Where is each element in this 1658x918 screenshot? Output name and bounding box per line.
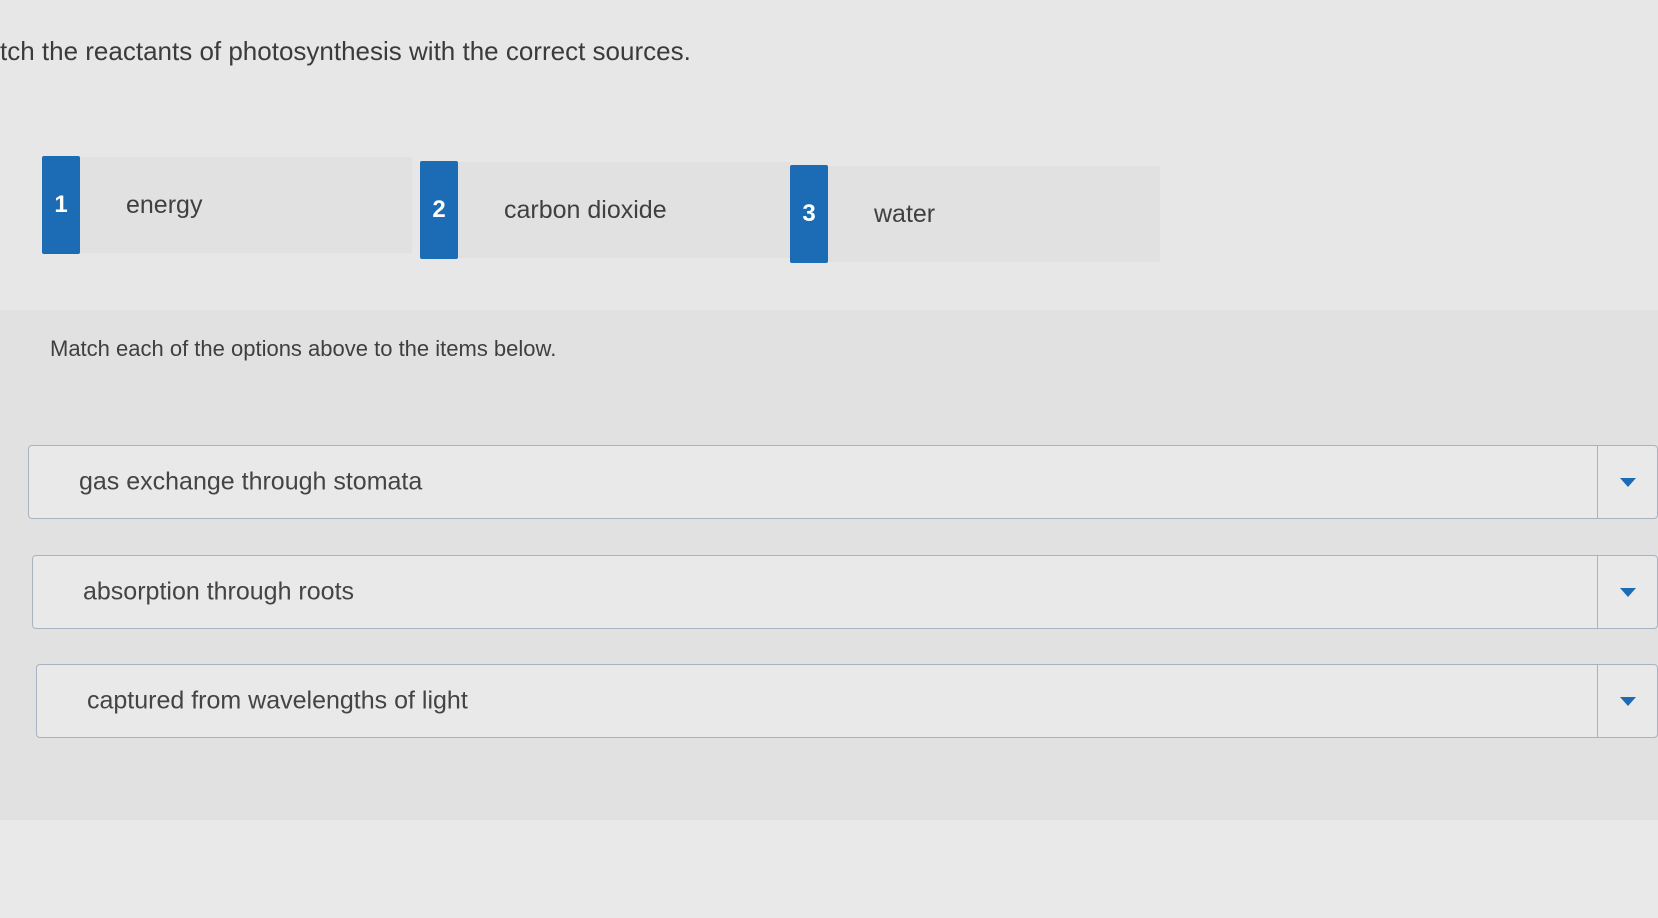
chevron-down-icon (1619, 587, 1636, 597)
option-card-carbon-dioxide[interactable]: 2 carbon dioxide (420, 161, 790, 259)
page-footer-area (0, 820, 1658, 918)
option-label: carbon dioxide (504, 195, 667, 224)
match-item-text: captured from wavelengths of light (87, 686, 468, 715)
match-item-row: captured from wavelengths of light (36, 664, 1658, 738)
match-item-row: absorption through roots (32, 555, 1658, 629)
match-item-row: gas exchange through stomata (28, 445, 1658, 519)
instructions-text: Match each of the options above to the i… (50, 336, 557, 361)
match-item-text: gas exchange through stomata (79, 467, 423, 496)
chevron-down-icon (1619, 696, 1636, 706)
option-card-water[interactable]: 3 water (790, 165, 1160, 263)
option-number-badge: 3 (790, 165, 828, 263)
option-label: water (874, 199, 936, 228)
matching-question-page: tch the reactants of photosynthesis with… (0, 0, 1658, 918)
option-label: energy (126, 190, 203, 219)
question-prompt: tch the reactants of photosynthesis with… (0, 36, 691, 66)
option-card-energy[interactable]: 1 energy (42, 156, 412, 254)
match-dropdown[interactable] (1597, 556, 1657, 628)
match-dropdown[interactable] (1597, 446, 1657, 518)
option-number-badge: 2 (420, 161, 458, 259)
options-row: 1 energy 2 carbon dioxide 3 water (42, 156, 1160, 263)
chevron-down-icon (1619, 477, 1636, 487)
match-item-text: absorption through roots (83, 577, 355, 606)
option-number-badge: 1 (42, 156, 80, 254)
match-dropdown[interactable] (1597, 665, 1657, 737)
